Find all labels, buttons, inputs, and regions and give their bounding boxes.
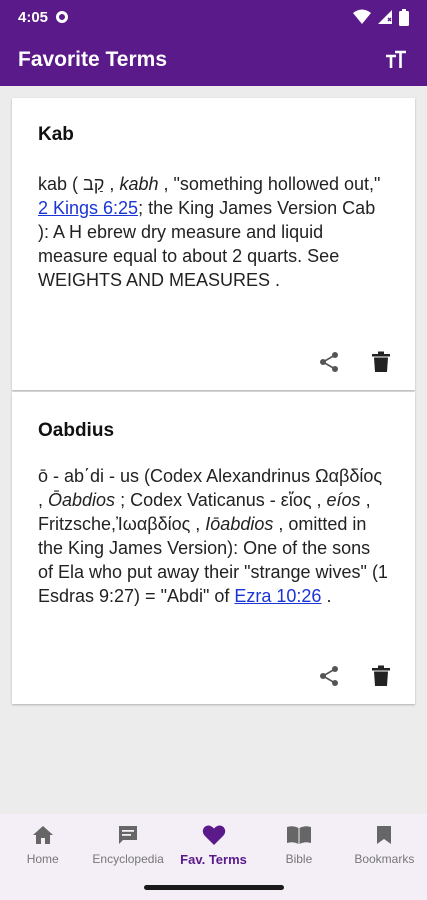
status-time: 4:05	[18, 8, 49, 26]
term-body: ō - ab΄di - us (Codex Alexandrinus Ωαβδί…	[38, 464, 390, 608]
battery-icon	[399, 8, 409, 26]
term-title: Oabdius	[38, 420, 115, 441]
term-text: , "something hollowed out,"	[158, 174, 381, 194]
delete-button[interactable]	[369, 664, 393, 688]
scripture-link[interactable]: Ezra 10:26	[234, 586, 321, 606]
settings-gear-icon	[56, 11, 69, 23]
nav-label: Fav. Terms	[180, 852, 247, 867]
book-icon	[286, 822, 312, 848]
share-button[interactable]	[317, 350, 341, 374]
term-transliteration: kabh	[119, 174, 159, 194]
favorites-list[interactable]: Kab kab ( קַב , kabh , "something hollow…	[0, 86, 427, 814]
share-icon	[320, 666, 338, 686]
share-icon	[320, 352, 338, 372]
card-actions	[317, 664, 393, 688]
term-card: Oabdius ō - ab΄di - us (Codex Alexandrin…	[12, 392, 415, 704]
term-text: ,	[104, 174, 120, 194]
text-size-icon	[386, 50, 406, 68]
term-title: Kab	[38, 124, 74, 145]
nav-item-bookmarks[interactable]: Bookmarks	[342, 814, 427, 874]
signal-icon	[378, 10, 392, 24]
term-text: .	[321, 586, 332, 606]
wifi-icon	[353, 9, 371, 24]
term-card: Kab kab ( קַב , kabh , "something hollow…	[12, 98, 415, 390]
status-icons	[353, 8, 409, 26]
term-transliteration: Iōabdios	[205, 514, 274, 534]
nav-label: Bookmarks	[354, 852, 415, 866]
term-transliteration: Ōabdios	[48, 490, 116, 510]
delete-button[interactable]	[369, 350, 393, 374]
nav-label: Home	[26, 852, 59, 866]
bottom-nav: Home Encyclopedia Fav. Terms Bible Bookm…	[0, 814, 427, 874]
trash-icon	[372, 351, 390, 372]
nav-item-encyclopedia[interactable]: Encyclopedia	[85, 814, 170, 874]
home-gesture-handle[interactable]	[144, 885, 284, 890]
app-bar: Favorite Terms	[0, 34, 427, 86]
term-transliteration: eíos	[326, 490, 361, 510]
status-bar: 4:05	[0, 0, 427, 34]
text-size-button[interactable]	[383, 47, 409, 73]
term-hebrew: קַב	[83, 174, 105, 194]
nav-item-bible[interactable]: Bible	[256, 814, 341, 874]
nav-item-fav-terms[interactable]: Fav. Terms	[171, 814, 256, 874]
scripture-link[interactable]: 2 Kings 6:25	[38, 198, 138, 218]
nav-item-home[interactable]: Home	[0, 814, 85, 874]
heart-icon	[201, 822, 227, 848]
nav-label: Bible	[285, 852, 313, 866]
chat-icon	[115, 822, 141, 848]
page-title: Favorite Terms	[18, 48, 167, 71]
term-text: ; Codex Vaticanus - εἴος ,	[115, 490, 327, 510]
nav-label: Encyclopedia	[92, 852, 164, 866]
gesture-bar	[0, 874, 427, 900]
home-icon	[30, 822, 56, 848]
card-actions	[317, 350, 393, 374]
term-body: kab ( קַב , kabh , "something hollowed o…	[38, 172, 390, 292]
share-button[interactable]	[317, 664, 341, 688]
term-text: kab (	[38, 174, 84, 194]
trash-icon	[372, 665, 390, 686]
bookmark-icon	[371, 822, 397, 848]
